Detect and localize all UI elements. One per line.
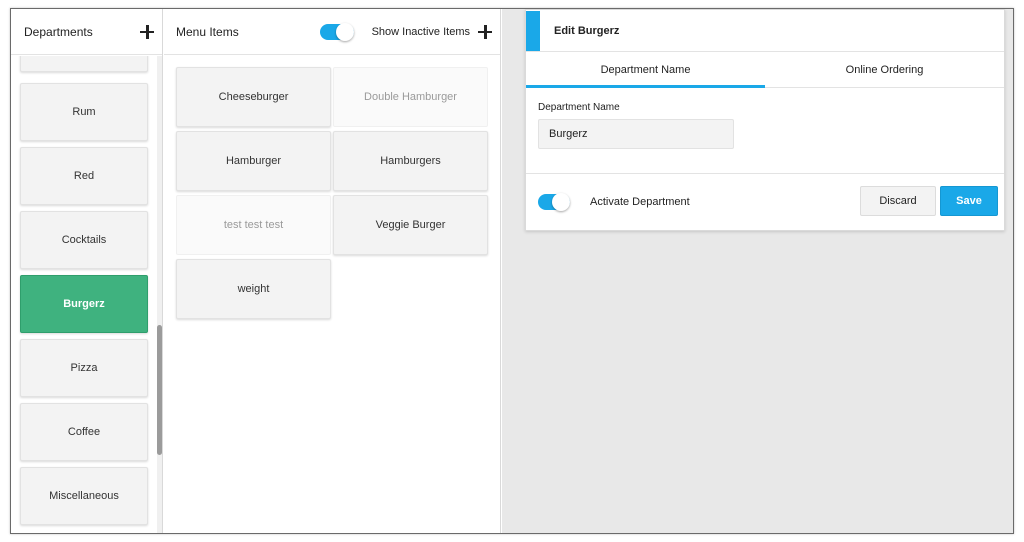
department-label: Red <box>73 170 95 182</box>
add-department-plus-icon[interactable] <box>140 24 154 39</box>
department-name-field-block: Department Name Burgerz <box>526 88 1004 174</box>
department-label: Burgerz <box>63 298 105 310</box>
department-tile-burgerz[interactable]: Burgerz <box>20 275 148 333</box>
departments-panel: Departments Rum Red Cocktails Burgerz Pi… <box>11 9 163 533</box>
department-tile[interactable] <box>20 56 148 72</box>
show-inactive-toggle[interactable] <box>319 22 354 41</box>
save-button[interactable]: Save <box>940 186 998 216</box>
department-scrollbar-thumb[interactable] <box>157 325 162 455</box>
menu-item-label: Double Hamburger <box>364 91 457 103</box>
app-window: Departments Rum Red Cocktails Burgerz Pi… <box>10 8 1014 534</box>
department-label: Miscellaneous <box>49 490 119 502</box>
activate-department-label: Activate Department <box>590 196 690 208</box>
tab-label: Online Ordering <box>845 63 924 76</box>
tab-online-ordering[interactable]: Online Ordering <box>765 52 1004 87</box>
edit-footer: Activate Department Discard Save <box>526 174 1004 230</box>
departments-title: Departments <box>24 24 93 39</box>
menu-item-label: weight <box>237 283 270 295</box>
menu-item-label: Hamburgers <box>380 155 441 167</box>
menu-item-label: Cheeseburger <box>218 91 289 103</box>
menu-item-cheeseburger[interactable]: Cheeseburger <box>176 67 331 127</box>
department-tile-coffee[interactable]: Coffee <box>20 403 148 461</box>
menu-items-header: Menu Items Show Inactive Items <box>164 9 500 55</box>
accent-bar <box>526 10 540 51</box>
department-tile-red[interactable]: Red <box>20 147 148 205</box>
menu-item-label: test test test <box>223 219 284 231</box>
department-tile-miscellaneous[interactable]: Miscellaneous <box>20 467 148 525</box>
department-name-input[interactable]: Burgerz <box>538 119 734 149</box>
activate-department-toggle[interactable] <box>538 193 570 211</box>
discard-button[interactable]: Discard <box>860 186 936 216</box>
department-label: Coffee <box>67 426 101 438</box>
department-label: Rum <box>72 106 96 118</box>
menu-item-hamburger[interactable]: Hamburger <box>176 131 331 191</box>
edit-title: Edit Burgerz <box>554 24 620 37</box>
menu-item-veggie-burger[interactable]: Veggie Burger <box>333 195 488 255</box>
menu-item-label: Hamburger <box>225 155 282 167</box>
menu-items-panel: Menu Items Show Inactive Items Cheesebur… <box>164 9 501 533</box>
department-tile-pizza[interactable]: Pizza <box>20 339 148 397</box>
menu-item-label: Veggie Burger <box>375 219 446 231</box>
departments-header: Departments <box>11 9 162 55</box>
tab-label: Department Name <box>600 63 691 76</box>
department-name-label: Department Name <box>538 102 620 113</box>
menu-item-test[interactable]: test test test <box>176 195 331 255</box>
department-list: Rum Red Cocktails Burgerz Pizza Coffee M… <box>11 56 163 533</box>
menu-items-title: Menu Items <box>176 24 239 39</box>
department-label: Pizza <box>70 362 98 374</box>
edit-title-bar: Edit Burgerz <box>526 10 1004 52</box>
menu-item-hamburgers[interactable]: Hamburgers <box>333 131 488 191</box>
tab-department-name[interactable]: Department Name <box>526 52 765 88</box>
menu-items-grid: Cheeseburger Double Hamburger Hamburger … <box>176 67 490 319</box>
department-scrollbar-track[interactable] <box>157 56 162 533</box>
department-tile-rum[interactable]: Rum <box>20 83 148 141</box>
department-tile-cocktails[interactable]: Cocktails <box>20 211 148 269</box>
show-inactive-label: Show Inactive Items <box>371 25 470 38</box>
edit-department-card: Edit Burgerz Department Name Online Orde… <box>525 9 1005 231</box>
menu-item-weight[interactable]: weight <box>176 259 331 319</box>
department-label: Cocktails <box>61 234 107 246</box>
menu-item-double-hamburger[interactable]: Double Hamburger <box>333 67 488 127</box>
edit-area: Edit Burgerz Department Name Online Orde… <box>502 9 1013 533</box>
edit-tabs: Department Name Online Ordering <box>526 52 1004 88</box>
add-menu-item-plus-icon[interactable] <box>478 24 492 39</box>
